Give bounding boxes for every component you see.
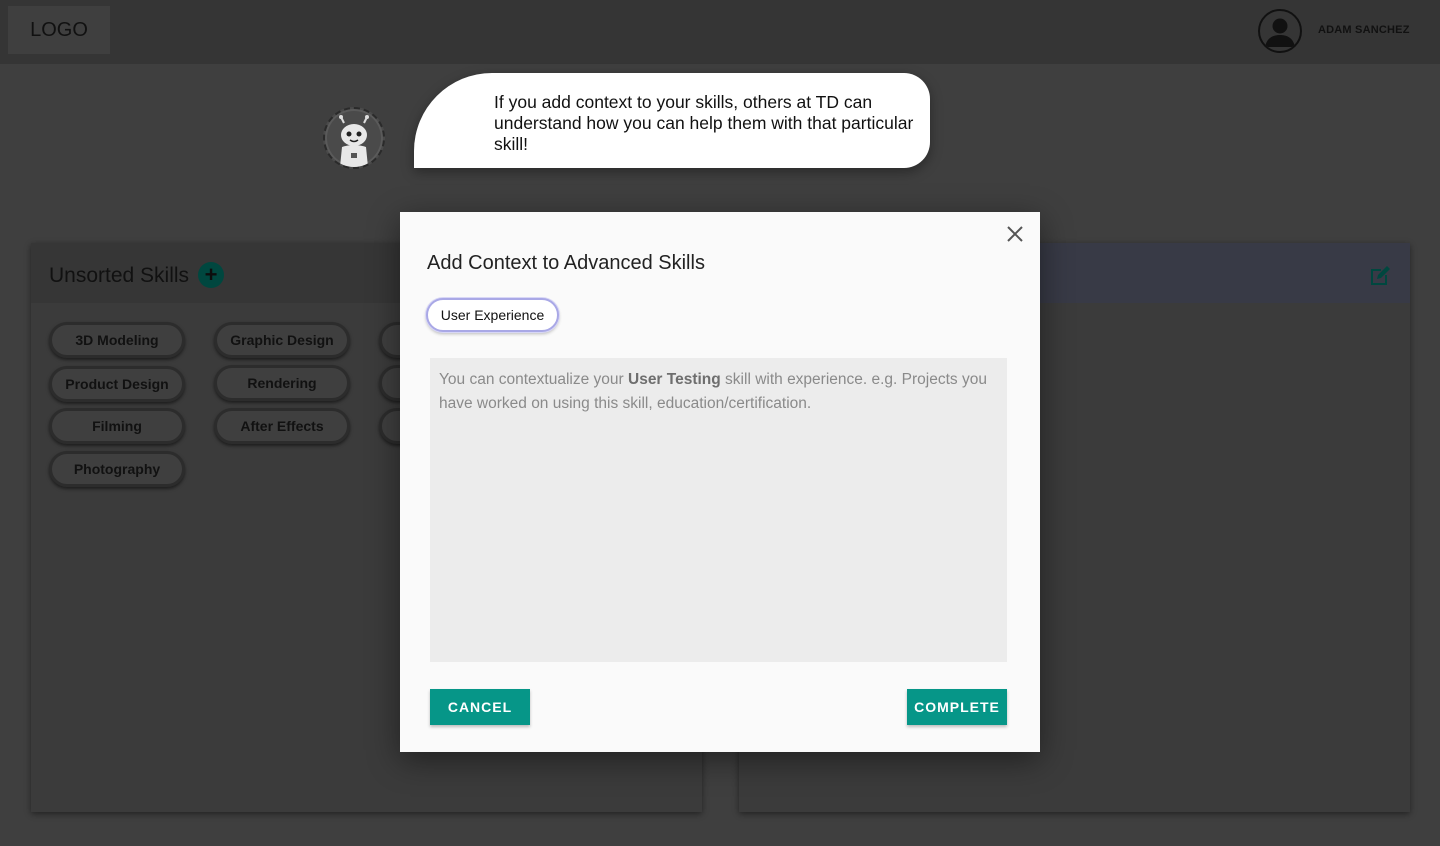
top-bar: LOGO ADAM SANCHEZ xyxy=(0,0,1440,64)
skill-chip[interactable]: Product Design xyxy=(49,366,185,402)
add-skill-icon[interactable]: + xyxy=(198,262,224,288)
modal-title: Add Context to Advanced Skills xyxy=(427,252,705,274)
skill-chip[interactable]: Filming xyxy=(49,408,185,444)
skill-chip[interactable]: Rendering xyxy=(214,365,350,401)
edit-icon[interactable] xyxy=(1368,264,1392,288)
bot-avatar-icon xyxy=(323,107,385,169)
logo[interactable]: LOGO xyxy=(8,6,110,54)
placeholder-skill: User Testing xyxy=(628,371,721,388)
skill-chip[interactable]: Photography xyxy=(49,451,185,487)
user-avatar-icon[interactable] xyxy=(1258,9,1302,53)
skill-chip[interactable]: Graphic Design xyxy=(214,322,350,358)
placeholder-prefix: You can contextualize your xyxy=(439,371,628,388)
user-name[interactable]: ADAM SANCHEZ xyxy=(1318,24,1410,36)
cancel-button[interactable]: CANCEL xyxy=(430,689,530,725)
context-textarea[interactable]: You can contextualize your User Testing … xyxy=(430,358,1007,662)
selected-skill-chip[interactable]: User Experience xyxy=(426,298,559,332)
assistant-message: If you add context to your skills, other… xyxy=(494,92,914,154)
skill-chip[interactable]: 3D Modeling xyxy=(49,322,185,358)
close-icon[interactable] xyxy=(1004,223,1026,245)
panel-title: Unsorted Skills xyxy=(49,264,190,287)
assistant-speech-bubble: If you add context to your skills, other… xyxy=(414,73,930,168)
add-context-modal: Add Context to Advanced Skills User Expe… xyxy=(400,212,1040,752)
complete-button[interactable]: COMPLETE xyxy=(907,689,1007,725)
skill-chip[interactable]: After Effects xyxy=(214,408,350,444)
